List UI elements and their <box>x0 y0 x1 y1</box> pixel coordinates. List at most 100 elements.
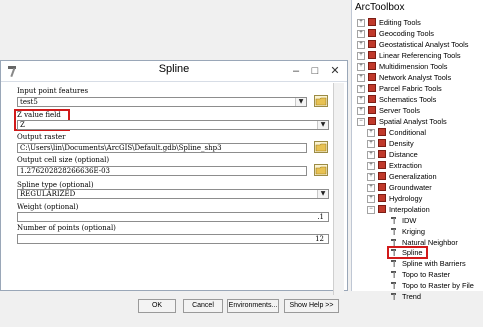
hammer-icon <box>391 271 396 278</box>
hammer-icon <box>391 217 396 224</box>
hammer-icon <box>391 260 396 267</box>
toolset-icon <box>378 161 386 169</box>
close-button[interactable]: ✕ <box>326 63 344 79</box>
zfield-value: Z <box>20 121 25 129</box>
toolset-icon <box>378 150 386 158</box>
toolbox-item-label: Geostatistical Analyst Tools <box>379 40 469 49</box>
collapse-icon[interactable]: − <box>357 118 365 126</box>
arctoolbox-panel: ArcToolbox + Editing Tools + Geocoding T… <box>351 0 483 301</box>
environments-button[interactable]: Environments... <box>227 299 279 313</box>
input-features-value: test5 <box>20 98 38 106</box>
maximize-button[interactable]: □ <box>306 63 324 79</box>
output-raster-input[interactable]: C:\Users\lin\Documents\ArcGIS\Default.gd… <box>17 143 307 153</box>
toolset-label: Extraction <box>389 161 422 170</box>
toolbox-icon <box>368 51 376 59</box>
zfield-select[interactable]: Z ▼ <box>17 120 329 130</box>
expand-icon[interactable]: + <box>367 140 375 148</box>
vertical-scrollbar[interactable] <box>333 83 344 295</box>
tool-label: IDW <box>402 216 417 225</box>
toolset-label: Distance <box>389 150 418 159</box>
cancel-button[interactable]: Cancel <box>183 299 223 313</box>
folder-icon[interactable] <box>314 141 328 153</box>
toolbox-icon <box>368 29 376 37</box>
toolset-icon <box>378 205 386 213</box>
toolset-icon <box>378 194 386 202</box>
ok-button[interactable]: OK <box>138 299 176 313</box>
expand-icon[interactable]: + <box>367 151 375 159</box>
tool-label: Topo to Raster <box>402 270 451 279</box>
weight-input[interactable]: .1 <box>17 212 329 222</box>
tool-label: Trend <box>402 292 422 301</box>
toolset-label: Conditional <box>389 128 426 137</box>
folder-icon[interactable] <box>314 95 328 107</box>
hammer-icon <box>391 293 396 300</box>
weight-label: Weight (optional) <box>17 203 79 211</box>
toolbox-title: ArcToolbox <box>355 2 405 13</box>
expand-icon[interactable]: + <box>357 63 365 71</box>
toolset-icon <box>378 183 386 191</box>
hammer-icon <box>391 282 396 289</box>
toolbox-item-label: Parcel Fabric Tools <box>379 84 442 93</box>
toolbox-icon <box>368 73 376 81</box>
expand-icon[interactable]: + <box>357 19 365 27</box>
show-help-button[interactable]: Show Help >> <box>284 299 339 313</box>
cellsize-input[interactable]: 1.276202828266636E-03 <box>17 166 307 176</box>
expand-icon[interactable]: + <box>367 162 375 170</box>
expand-icon[interactable]: + <box>357 52 365 60</box>
minimize-button[interactable]: – <box>287 63 305 79</box>
points-input[interactable]: 12 <box>17 234 329 244</box>
splinetype-select[interactable]: REGULARIZED ▼ <box>17 189 329 199</box>
expand-icon[interactable]: + <box>367 129 375 137</box>
toolbox-icon <box>368 18 376 26</box>
expand-icon[interactable]: + <box>357 74 365 82</box>
toolbox-icon <box>368 95 376 103</box>
points-label: Number of points (optional) <box>17 224 116 232</box>
tool-label: Kriging <box>402 227 426 236</box>
toolset-icon <box>378 128 386 136</box>
collapse-icon[interactable]: − <box>367 206 375 214</box>
splinetype-label: Spline type (optional) <box>17 181 94 189</box>
input-features-label: Input point features <box>17 87 89 95</box>
expand-icon[interactable]: + <box>357 30 365 38</box>
toolbox-item-label: Spatial Analyst Tools <box>379 117 447 126</box>
toolset-label: Hydrology <box>389 194 423 203</box>
chevron-down-icon[interactable]: ▼ <box>295 98 306 106</box>
chevron-down-icon[interactable]: ▼ <box>317 121 328 129</box>
folder-icon[interactable] <box>314 164 328 176</box>
toolset-label: Density <box>389 139 414 148</box>
title-bar[interactable]: Spline – □ ✕ <box>1 61 347 82</box>
hammer-icon <box>391 249 396 256</box>
toolbox-item-label: Geocoding Tools <box>379 29 434 38</box>
chevron-down-icon[interactable]: ▼ <box>317 190 328 198</box>
toolbox-item-label: Schematics Tools <box>379 95 437 104</box>
expand-icon[interactable]: + <box>357 107 365 115</box>
expand-icon[interactable]: + <box>367 195 375 203</box>
toolbox-item-label: Multidimension Tools <box>379 62 448 71</box>
toolset-icon <box>378 172 386 180</box>
toolbox-item-label: Server Tools <box>379 106 420 115</box>
expand-icon[interactable]: + <box>367 184 375 192</box>
splinetype-value: REGULARIZED <box>20 190 76 198</box>
expand-icon[interactable]: + <box>367 173 375 181</box>
toolbox-item-label: Linear Referencing Tools <box>379 51 461 60</box>
toolbox-icon <box>368 106 376 114</box>
tool-label: Spline <box>402 248 423 257</box>
toolset-icon <box>378 139 386 147</box>
toolbox-icon <box>368 62 376 70</box>
toolset-label: Groundwater <box>389 183 432 192</box>
expand-icon[interactable]: + <box>357 85 365 93</box>
hammer-icon <box>391 228 396 235</box>
toolbox-icon <box>368 40 376 48</box>
expand-icon[interactable]: + <box>357 41 365 49</box>
toolset-label: Generalization <box>389 172 437 181</box>
toolset-label: Interpolation <box>389 205 430 214</box>
tool-label: Topo to Raster by File <box>402 281 474 290</box>
toolbox-icon <box>368 117 376 125</box>
spline-dialog: Spline – □ ✕ Input point features test5 … <box>0 60 348 327</box>
zfield-label: Z value field <box>17 111 61 119</box>
expand-icon[interactable]: + <box>357 96 365 104</box>
tool-label: Spline with Barriers <box>402 259 466 268</box>
toolbox-icon <box>368 84 376 92</box>
input-features-select[interactable]: test5 ▼ <box>17 97 307 107</box>
toolbox-item-label: Editing Tools <box>379 18 421 27</box>
